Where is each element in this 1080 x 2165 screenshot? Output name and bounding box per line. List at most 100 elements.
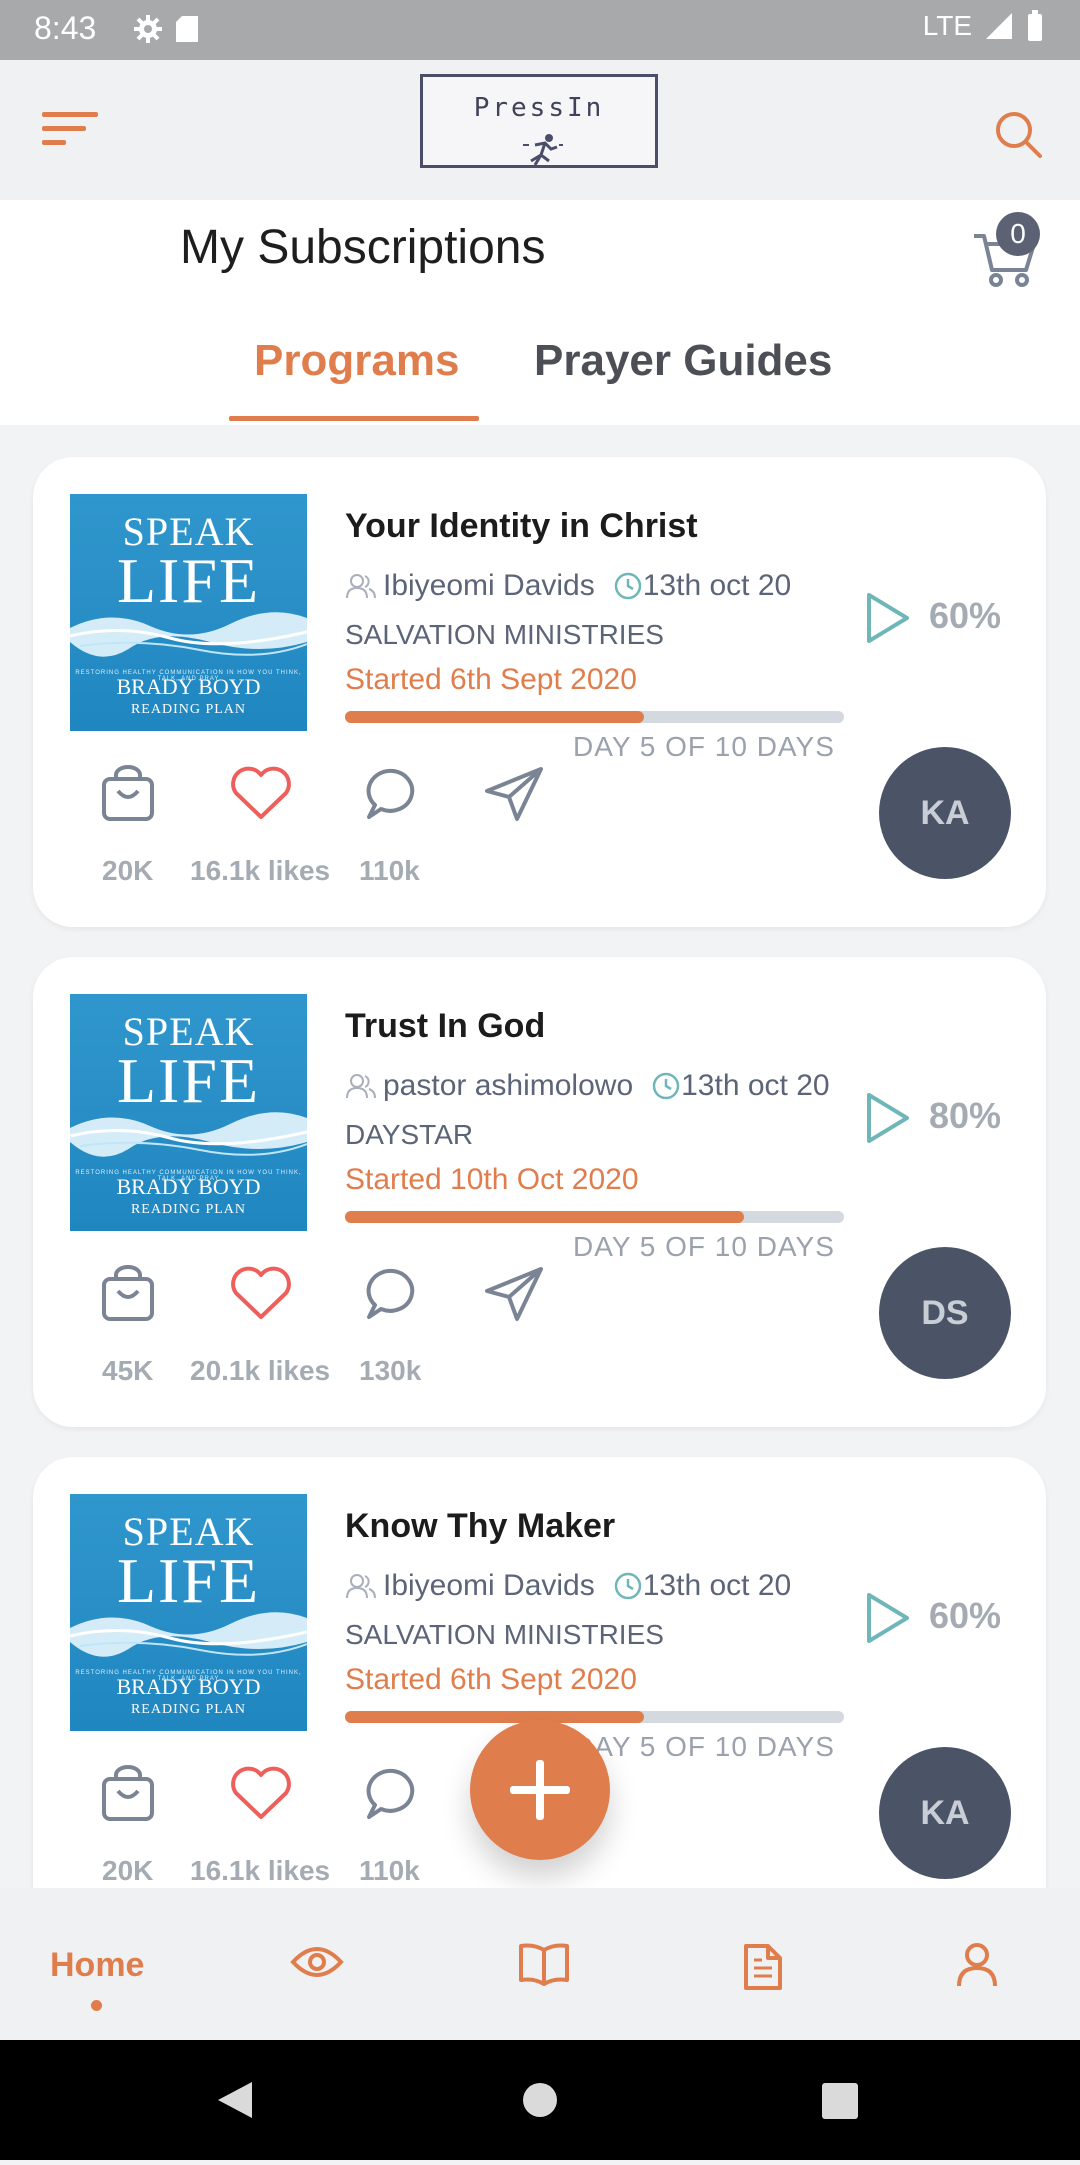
cover-subtitle: READING PLAN — [130, 702, 247, 717]
program-date: 13th oct 20 — [681, 1069, 830, 1102]
cover-subtitle: READING PLAN — [130, 1202, 247, 1217]
progress-bar — [345, 711, 844, 723]
avatar[interactable]: KA — [879, 747, 1011, 879]
likes-count: 16.1k likes — [190, 855, 331, 886]
cart-count-badge: 0 — [996, 212, 1040, 256]
cover-author: BRADY BOYD — [116, 674, 261, 699]
app-logo[interactable]: PressIn — [420, 74, 658, 168]
program-day-progress: DAY 5 OF 10 DAYS — [573, 731, 835, 762]
program-date: 13th oct 20 — [642, 1569, 792, 1602]
play-icon[interactable] — [863, 1591, 911, 1650]
program-ministry: DAYSTAR — [345, 1119, 474, 1150]
recents-icon — [822, 2083, 858, 2119]
cart-button[interactable]: 0 — [970, 212, 1040, 293]
water-wave-graphic — [70, 612, 307, 657]
water-wave-graphic — [70, 1612, 307, 1657]
cover-subtitle: READING PLAN — [130, 1702, 247, 1717]
status-icons — [130, 12, 210, 51]
bag-count: 45K — [102, 1355, 154, 1386]
send-icon[interactable] — [483, 1265, 545, 1328]
search-icon[interactable] — [994, 110, 1044, 165]
clock-icon — [614, 1572, 641, 1600]
status-right: LTE — [923, 10, 1044, 42]
page-title: My Subscriptions — [180, 221, 546, 274]
nav-home[interactable]: Home — [50, 1946, 144, 1985]
likes-count: 16.1k likes — [190, 1855, 331, 1886]
program-card[interactable]: SPEAK LIFE RESTORING HEALTHY COMMUNICATI… — [33, 1457, 1046, 1937]
user-group-icon — [346, 574, 376, 599]
comment-icon[interactable] — [365, 765, 421, 826]
network-label: LTE — [922, 10, 972, 41]
shopping-bag-icon[interactable] — [100, 765, 156, 828]
program-title[interactable]: Your Identity in Christ — [345, 507, 698, 546]
program-author: Ibiyeomi Davids — [383, 569, 595, 602]
program-title[interactable]: Trust In God — [345, 1007, 545, 1046]
program-start-date: Started 6th Sept 2020 — [345, 1663, 637, 1696]
program-ministry: SALVATION MINISTRIES — [345, 1619, 664, 1650]
clock-icon — [614, 572, 641, 600]
program-cover-image[interactable]: SPEAK LIFE RESTORING HEALTHY COMMUNICATI… — [70, 494, 307, 731]
send-icon[interactable] — [483, 765, 545, 828]
program-date: 13th oct 20 — [642, 569, 792, 602]
logo-text: PressIn — [473, 93, 605, 123]
progress-bar — [345, 1211, 844, 1223]
shopping-bag-icon[interactable] — [100, 1765, 156, 1828]
shopping-bag-icon[interactable] — [100, 1265, 156, 1328]
home-icon — [523, 2083, 557, 2117]
comment-icon[interactable] — [365, 1265, 421, 1326]
status-time: 8:43 — [34, 10, 97, 46]
tab-programs[interactable]: Programs — [254, 336, 459, 386]
play-icon[interactable] — [863, 1091, 911, 1150]
sd-card-icon — [176, 16, 198, 42]
water-wave-graphic — [70, 1112, 307, 1157]
play-icon[interactable] — [863, 591, 911, 650]
settings-gear-icon — [134, 15, 162, 43]
program-cover-image[interactable]: SPEAK LIFE RESTORING HEALTHY COMMUNICATI… — [70, 994, 307, 1231]
user-group-icon — [346, 1574, 376, 1599]
program-day-progress: DAY 5 OF 10 DAYS — [573, 1231, 835, 1262]
program-meta: Ibiyeomi Davids 13th oct 20 — [345, 1569, 791, 1603]
tab-prayer-guides[interactable]: Prayer Guides — [534, 336, 832, 386]
heart-icon[interactable] — [230, 1265, 292, 1326]
program-card[interactable]: SPEAK LIFE RESTORING HEALTHY COMMUNICATI… — [33, 457, 1046, 927]
program-meta: pastor ashimolowo 13th oct 20 — [345, 1069, 830, 1103]
add-button[interactable] — [470, 1720, 610, 1860]
program-cover-image[interactable]: SPEAK LIFE RESTORING HEALTHY COMMUNICATI… — [70, 1494, 307, 1731]
cover-author: BRADY BOYD — [116, 1674, 261, 1699]
completion-percent: 80% — [929, 1095, 1002, 1136]
comment-icon[interactable] — [365, 1765, 421, 1826]
cover-author: BRADY BOYD — [116, 1174, 261, 1199]
plus-icon — [510, 1760, 570, 1820]
system-navigation-bar — [0, 2040, 1080, 2160]
progress-bar-fill — [345, 1211, 745, 1223]
bag-count: 20K — [102, 855, 154, 886]
comments-count: 110k — [359, 1855, 420, 1886]
active-nav-dot — [91, 2000, 102, 2011]
active-tab-indicator — [229, 416, 479, 421]
heart-icon[interactable] — [230, 765, 292, 826]
clock-icon — [652, 1072, 680, 1100]
user-icon[interactable] — [956, 1942, 998, 1993]
program-author: Ibiyeomi Davids — [383, 1569, 595, 1602]
avatar[interactable]: KA — [879, 1747, 1011, 1879]
program-ministry: SALVATION MINISTRIES — [345, 619, 664, 650]
bag-count: 20K — [102, 1855, 154, 1886]
heart-icon[interactable] — [230, 1765, 292, 1826]
program-start-date: Started 10th Oct 2020 — [345, 1163, 639, 1196]
battery-icon — [1028, 10, 1042, 41]
program-start-date: Started 6th Sept 2020 — [345, 663, 637, 696]
completion-percent: 60% — [929, 1595, 1002, 1636]
menu-icon[interactable] — [40, 110, 100, 155]
back-icon — [218, 2082, 252, 2118]
program-author: pastor ashimolowo — [383, 1069, 634, 1102]
program-title[interactable]: Know Thy Maker — [345, 1507, 615, 1546]
document-icon[interactable] — [742, 1942, 784, 1997]
status-bar: 8:43 LTE — [0, 0, 1080, 60]
avatar[interactable]: DS — [879, 1247, 1011, 1379]
book-icon[interactable] — [518, 1942, 570, 1991]
completion-percent: 60% — [929, 595, 1002, 636]
program-day-progress: DAY 5 OF 10 DAYS — [573, 1731, 835, 1762]
eye-icon[interactable] — [290, 1942, 344, 1987]
progress-bar-fill — [345, 711, 645, 723]
program-card[interactable]: SPEAK LIFE RESTORING HEALTHY COMMUNICATI… — [33, 957, 1046, 1427]
